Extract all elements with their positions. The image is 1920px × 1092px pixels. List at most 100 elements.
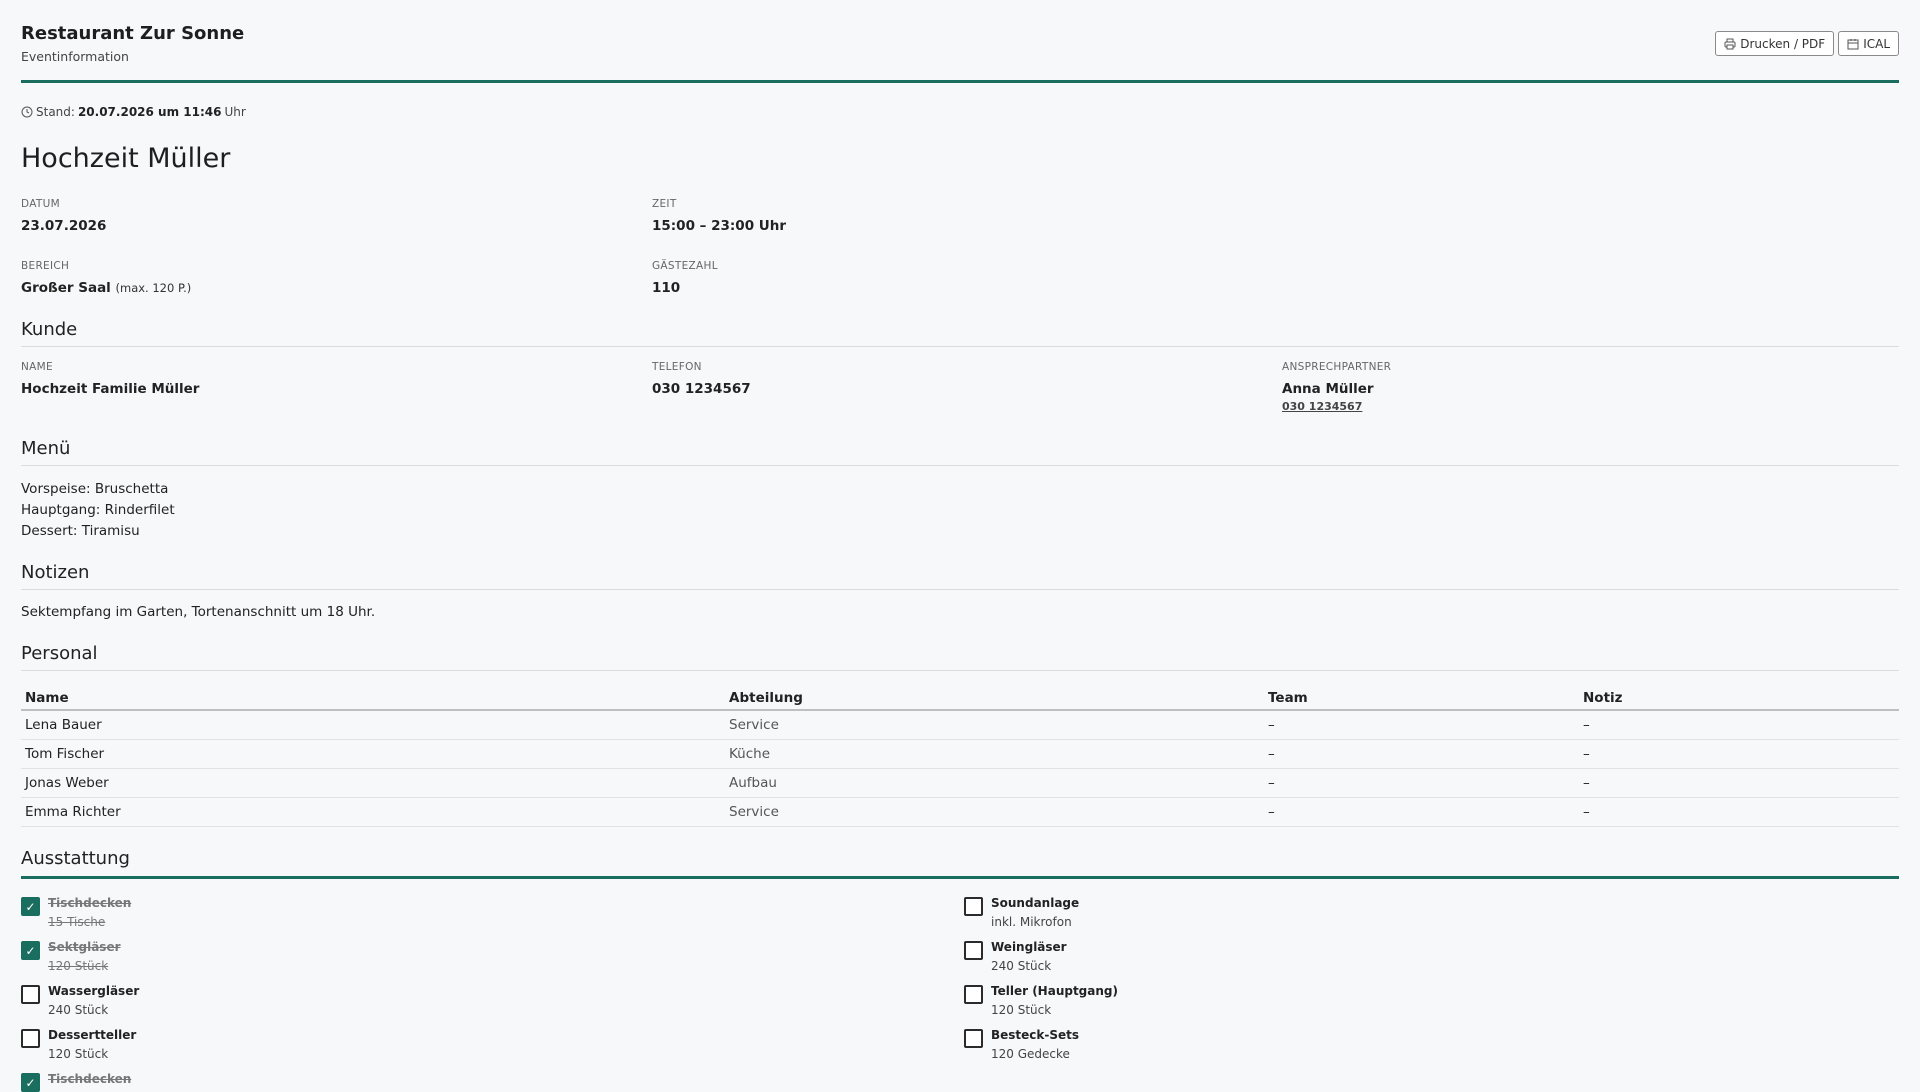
cell-name: Emma Richter — [21, 797, 725, 827]
kunde-name-value: Hochzeit Familie Müller — [21, 381, 200, 397]
cell-name: Jonas Weber — [21, 768, 725, 798]
kunde-telefon-value: 030 1234567 — [652, 381, 751, 397]
page-subtitle: Eventinformation — [21, 49, 129, 64]
equipment-qty: inkl. Mikrofon — [991, 915, 1072, 929]
equipment-name: Weingläser — [991, 940, 1067, 954]
equipment-name: Besteck-Sets — [991, 1028, 1080, 1042]
cell-abteilung: Service — [725, 710, 1264, 740]
equipment-checkbox[interactable] — [964, 897, 983, 916]
stand-suffix: Uhr — [224, 105, 246, 119]
gaestezahl-value: 110 — [652, 280, 681, 296]
cell-notiz: – — [1579, 710, 1899, 740]
cell-notiz: – — [1579, 739, 1899, 769]
print-pdf-label: Drucken / PDF — [1740, 36, 1826, 51]
cell-abteilung: Service — [725, 797, 1264, 827]
cell-team: – — [1264, 739, 1579, 769]
print-pdf-button[interactable]: Drucken / PDF — [1715, 31, 1835, 56]
equipment-qty: 120 Stück — [991, 1003, 1052, 1017]
equipment-qty: 120 Stück — [48, 1047, 109, 1061]
equipment-checkbox[interactable]: ✓ — [21, 1073, 40, 1092]
field-kunde-telefon: TELEFON 030 1234567 — [652, 361, 751, 397]
bereich-name: Großer Saal — [21, 280, 111, 296]
field-gaestezahl: GÄSTEZAHL 110 — [652, 260, 718, 296]
equipment-checkbox[interactable]: ✓ — [21, 897, 40, 916]
equipment-item: Weingläser 240 Stück — [964, 940, 1067, 974]
equipment-item: Teller (Hauptgang) 120 Stück — [964, 984, 1118, 1018]
equipment-name: Dessertteller — [48, 1028, 137, 1042]
table-row: Jonas Weber Aufbau – – — [21, 768, 1899, 798]
ansprechpartner-phone-link[interactable]: 030 1234567 — [1282, 400, 1391, 413]
event-title: Hochzeit Müller — [21, 143, 231, 174]
stand-datetime: 20.07.2026 um 11:46 — [77, 105, 222, 119]
field-bereich: BEREICH Großer Saal (max. 120 P.) — [21, 260, 191, 296]
table-row: Emma Richter Service – – — [21, 797, 1899, 827]
equipment-name: Soundanlage — [991, 896, 1080, 910]
cell-team: – — [1264, 797, 1579, 827]
ical-button[interactable]: ICAL — [1838, 31, 1899, 56]
datum-label: DATUM — [21, 198, 60, 210]
clock-icon — [21, 106, 33, 118]
calendar-icon — [1847, 38, 1859, 49]
page-header: Restaurant Zur Sonne Eventinformation Dr… — [21, 0, 1899, 83]
table-row: Tom Fischer Küche – – — [21, 739, 1899, 769]
header-actions: Drucken / PDF ICAL — [1715, 31, 1899, 56]
equipment-checkbox[interactable] — [964, 941, 983, 960]
equipment-checkbox[interactable] — [21, 985, 40, 1004]
bereich-value: Großer Saal (max. 120 P.) — [21, 280, 191, 296]
equipment-name: Teller (Hauptgang) — [991, 984, 1118, 998]
zeit-label: ZEIT — [652, 198, 677, 210]
section-kunde: Kunde — [21, 319, 1899, 347]
equipment-checkbox[interactable] — [21, 1029, 40, 1048]
menu-item: Vorspeise: Bruschetta — [21, 481, 169, 497]
equipment-qty: 120 Stück — [48, 959, 109, 973]
cell-abteilung: Küche — [725, 739, 1264, 769]
ansprechpartner-label: ANSPRECHPARTNER — [1282, 361, 1392, 373]
field-zeit: ZEIT 15:00 – 23:00 Uhr — [652, 198, 786, 234]
kunde-telefon-label: TELEFON — [652, 361, 702, 373]
restaurant-name: Restaurant Zur Sonne — [21, 23, 245, 44]
last-updated: Stand: 20.07.2026 um 11:46 Uhr — [21, 105, 246, 119]
notizen-text: Sektempfang im Garten, Tortenanschnitt u… — [21, 604, 376, 620]
field-kunde-name: NAME Hochzeit Familie Müller — [21, 361, 199, 397]
cell-notiz: – — [1579, 768, 1899, 798]
stand-label: Stand: — [36, 105, 75, 119]
section-menu: Menü — [21, 438, 1899, 466]
gaestezahl-label: GÄSTEZAHL — [652, 260, 718, 272]
equipment-item: Dessertteller 120 Stück — [21, 1028, 136, 1062]
equipment-item: ✓ Tischdecken — [21, 1072, 131, 1092]
menu-list: Vorspeise: Bruschetta Hauptgang: Rinderf… — [21, 479, 175, 542]
menu-item: Dessert: Tiramisu — [21, 523, 140, 539]
cell-name: Lena Bauer — [21, 710, 725, 740]
datum-value: 23.07.2026 — [21, 218, 107, 234]
personal-table: Name Abteilung Team Notiz Lena Bauer Ser… — [21, 687, 1899, 827]
equipment-qty: 240 Stück — [48, 1003, 109, 1017]
equipment-qty: 15 Tische — [48, 915, 106, 929]
menu-item: Hauptgang: Rinderfilet — [21, 502, 175, 518]
equipment-item: Besteck-Sets 120 Gedecke — [964, 1028, 1079, 1062]
bereich-capacity: (max. 120 P.) — [115, 281, 192, 295]
equipment-item: ✓ Sektgläser 120 Stück — [21, 940, 121, 974]
ical-label: ICAL — [1863, 36, 1890, 51]
cell-notiz: – — [1579, 797, 1899, 827]
equipment-name: Wassergläser — [48, 984, 140, 998]
cell-team: – — [1264, 768, 1579, 798]
equipment-checkbox[interactable] — [964, 1029, 983, 1048]
printer-icon — [1724, 38, 1736, 49]
equipment-name: Sektgläser — [48, 940, 121, 954]
equipment-checkbox[interactable] — [964, 985, 983, 1004]
zeit-value: 15:00 – 23:00 Uhr — [652, 218, 787, 234]
equipment-item: Soundanlage inkl. Mikrofon — [964, 896, 1079, 930]
cell-team: – — [1264, 710, 1579, 740]
equipment-checkbox[interactable]: ✓ — [21, 941, 40, 960]
col-notiz: Notiz — [1579, 687, 1899, 711]
table-row: Lena Bauer Service – – — [21, 710, 1899, 740]
kunde-name-label: NAME — [21, 361, 53, 373]
bereich-label: BEREICH — [21, 260, 70, 272]
section-personal: Personal — [21, 643, 1899, 671]
cell-abteilung: Aufbau — [725, 768, 1264, 798]
equipment-name: Tischdecken — [48, 896, 132, 910]
col-abteilung: Abteilung — [725, 687, 1264, 711]
field-ansprechpartner: ANSPRECHPARTNER Anna Müller 030 1234567 — [1282, 361, 1391, 413]
equipment-qty: 120 Gedecke — [991, 1047, 1070, 1061]
equipment-qty: 240 Stück — [991, 959, 1052, 973]
